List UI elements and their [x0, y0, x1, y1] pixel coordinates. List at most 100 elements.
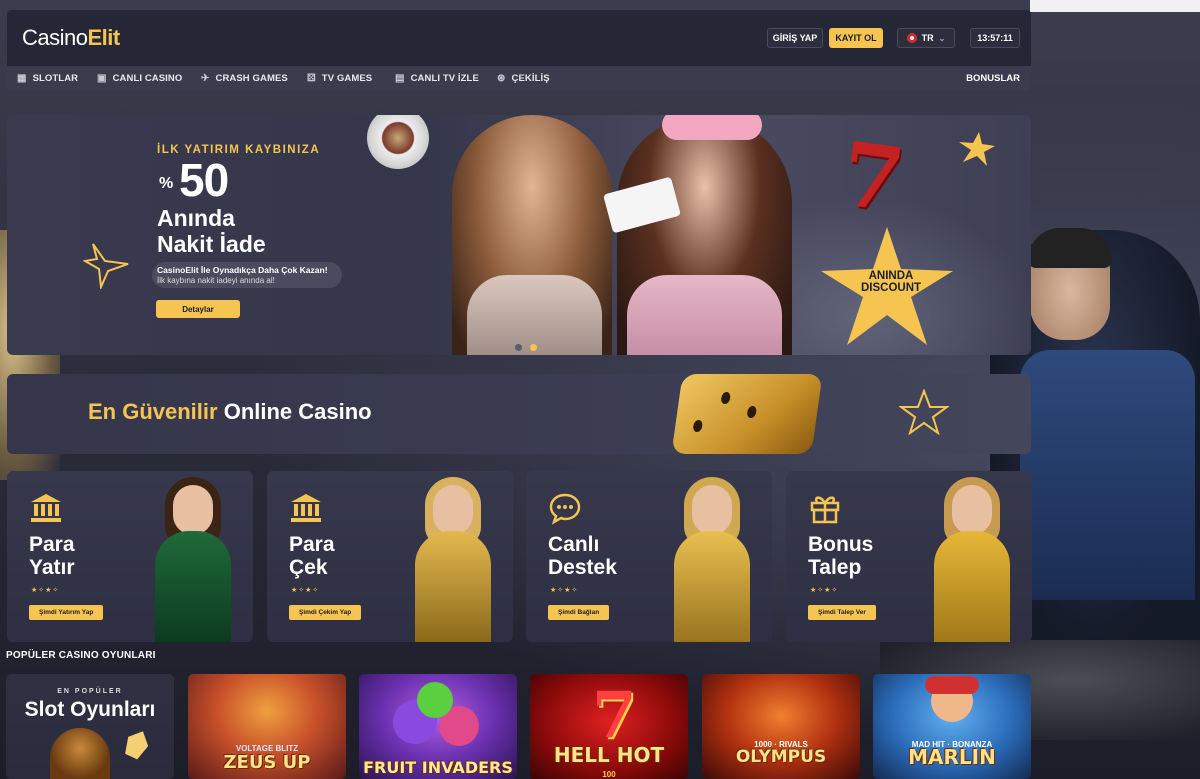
model-image [656, 471, 766, 642]
card-title-line-2: Yatır [29, 556, 75, 579]
gift-icon: ⊛ [497, 73, 506, 84]
bonus-request-button[interactable]: Şimdi Talep Ver [808, 605, 876, 620]
gem-icon [121, 727, 153, 762]
game-tile-olympus[interactable]: 1000 · RIVALS OLYMPUS [702, 674, 860, 779]
hero-subtitle: CasinoElit İle Oynadıkça Daha Çok Kazan! [157, 265, 328, 275]
carousel-dots [515, 344, 537, 351]
model-image [397, 471, 507, 642]
carousel-dot[interactable] [515, 344, 522, 351]
chat-icon [549, 493, 581, 525]
hero-subtitle-2: İlk kaybına nakit iadeyi anında al! [157, 276, 275, 285]
hero-banner[interactable]: İLK YATIRIM KAYBINIZA % 50 Anında Nakit … [7, 115, 1031, 355]
site-logo[interactable]: CasinoElit [22, 25, 120, 51]
game-tile-fruit-invaders[interactable]: FRUIT INVADERS [359, 674, 517, 779]
fisherman-cap [925, 676, 979, 694]
withdraw-button[interactable]: Şimdi Çekim Yap [289, 605, 362, 620]
nav-item-tv-games[interactable]: ⚄ TV GAMES [307, 66, 372, 91]
game-subtitle: 100 [602, 770, 616, 779]
card-title: Para Yatır [29, 533, 75, 579]
logo-accent-text: Elit [87, 25, 120, 50]
tagline-white: Online Casino [217, 399, 372, 424]
register-button[interactable]: KAYIT OL [829, 28, 883, 48]
game-title: OLYMPUS [735, 747, 827, 767]
popular-slots-tile[interactable]: EN POPÜLER Slot Oyunları [6, 674, 174, 779]
card-title-line-2: Çek [289, 556, 328, 579]
dice-pip [692, 420, 704, 432]
withdraw-card[interactable]: Para Çek ★✧★✧ Şimdi Çekim Yap [267, 471, 513, 642]
model-left-dress [467, 275, 602, 355]
tv-icon: ▤ [395, 73, 405, 84]
hero-details-button[interactable]: Detaylar [156, 300, 240, 318]
dealer-vest [1020, 350, 1195, 600]
dice-pip [746, 406, 758, 418]
monster-green [417, 682, 453, 718]
rating-stars: ★✧★✧ [31, 587, 60, 594]
star-outline-icon [899, 389, 949, 435]
site-header: CasinoElit GİRİŞ YAP KAYIT OL TR ⌄ 13:57… [7, 10, 1031, 66]
card-title: Canlı Destek [548, 533, 617, 579]
star-outline-icon [83, 243, 129, 289]
game-title: FRUIT INVADERS [363, 758, 513, 777]
rating-stars: ★✧★✧ [550, 587, 579, 594]
game-tile-hell-hot[interactable]: 7 HELL HOT 100 [530, 674, 688, 779]
nav-item-slots[interactable]: ▦ SLOTLAR [17, 66, 78, 91]
carousel-dot-active[interactable] [530, 344, 537, 351]
main-nav: ▦ SLOTLAR ▣ CANLI CASINO ✈ CRASH GAMES ⚄… [7, 66, 1031, 91]
slot-icon: ▦ [17, 73, 27, 84]
tagline-gold: En Güvenilir [88, 399, 218, 424]
support-card[interactable]: Canlı Destek ★✧★✧ Şimdi Bağlan [526, 471, 772, 642]
hero-models-image [432, 115, 802, 355]
tagline-banner: En Güvenilir Online Casino [7, 374, 1031, 454]
tagline-text: En Güvenilir Online Casino [88, 399, 372, 425]
clock: 13:57:11 [970, 28, 1020, 48]
model-dress [415, 531, 491, 642]
nav-item-live-tv[interactable]: ▤ CANLI TV İZLE [395, 66, 479, 91]
login-button[interactable]: GİRİŞ YAP [767, 28, 823, 48]
language-selector[interactable]: TR ⌄ [897, 28, 955, 48]
game-title: MARLIN [908, 745, 996, 769]
dice-icon: ⚄ [307, 73, 316, 84]
card-title-line-1: Bonus [808, 533, 874, 556]
cards-icon: ▣ [97, 73, 107, 84]
seven-symbol: 7 [592, 678, 637, 753]
nav-item-bonuses[interactable]: BONUSLAR [966, 66, 1020, 91]
model-dress [674, 531, 750, 642]
dealer-hair [1028, 228, 1112, 268]
popular-games-title: POPÜLER CASINO OYUNLARI [6, 650, 156, 661]
turkey-flag-icon [906, 33, 917, 43]
card-title-line-1: Para [289, 533, 335, 556]
gold-dice-image [671, 374, 823, 454]
nav-label: CRASH GAMES [215, 73, 288, 84]
model-right-dress [627, 275, 782, 355]
nav-item-live-casino[interactable]: ▣ CANLI CASINO [97, 66, 182, 91]
deposit-button[interactable]: Şimdi Yatırım Yap [29, 605, 104, 620]
hero-percent-symbol: % [159, 175, 174, 192]
game-title: ZEUS UP [223, 752, 311, 773]
nav-label: CANLI TV İZLE [410, 73, 479, 84]
deposit-card[interactable]: Para Yatır ★✧★✧ Şimdi Yatırım Yap [7, 471, 253, 642]
badge-line-1: ANINDA [868, 270, 914, 282]
hero-headline-1: Anında [157, 205, 235, 231]
model-face [692, 485, 732, 535]
model-image [137, 471, 247, 642]
game-tile-marlin[interactable]: MAD HIT · BONANZA MARLIN [873, 674, 1031, 779]
nav-label: ÇEKİLİŞ [511, 73, 550, 84]
game-tile-zeus-up[interactable]: VOLTAGE BLITZ ZEUS UP [188, 674, 346, 779]
hero-headline-2: Nakit İade [157, 231, 266, 257]
nav-label: CANLI CASINO [112, 73, 183, 84]
logo-text: Casino [22, 25, 88, 50]
model-image [916, 471, 1026, 642]
promo-title: Slot Oyunları [24, 698, 156, 721]
nav-item-draw[interactable]: ⊛ ÇEKİLİŞ [497, 66, 550, 91]
card-title: Bonus Talep [808, 533, 873, 579]
plane-icon: ✈ [201, 73, 210, 84]
card-title: Para Çek [289, 533, 335, 579]
card-title-line-1: Para [29, 533, 75, 556]
bonus-request-card[interactable]: Bonus Talep ★✧★✧ Şimdi Talep Ver [786, 471, 1032, 642]
rating-stars: ★✧★✧ [291, 587, 320, 594]
support-button[interactable]: Şimdi Bağlan [548, 605, 610, 620]
model-dress [155, 531, 231, 642]
dice-pip [720, 392, 732, 404]
hero-percent-value: 50 [179, 154, 229, 206]
nav-item-crash-games[interactable]: ✈ CRASH GAMES [201, 66, 288, 91]
